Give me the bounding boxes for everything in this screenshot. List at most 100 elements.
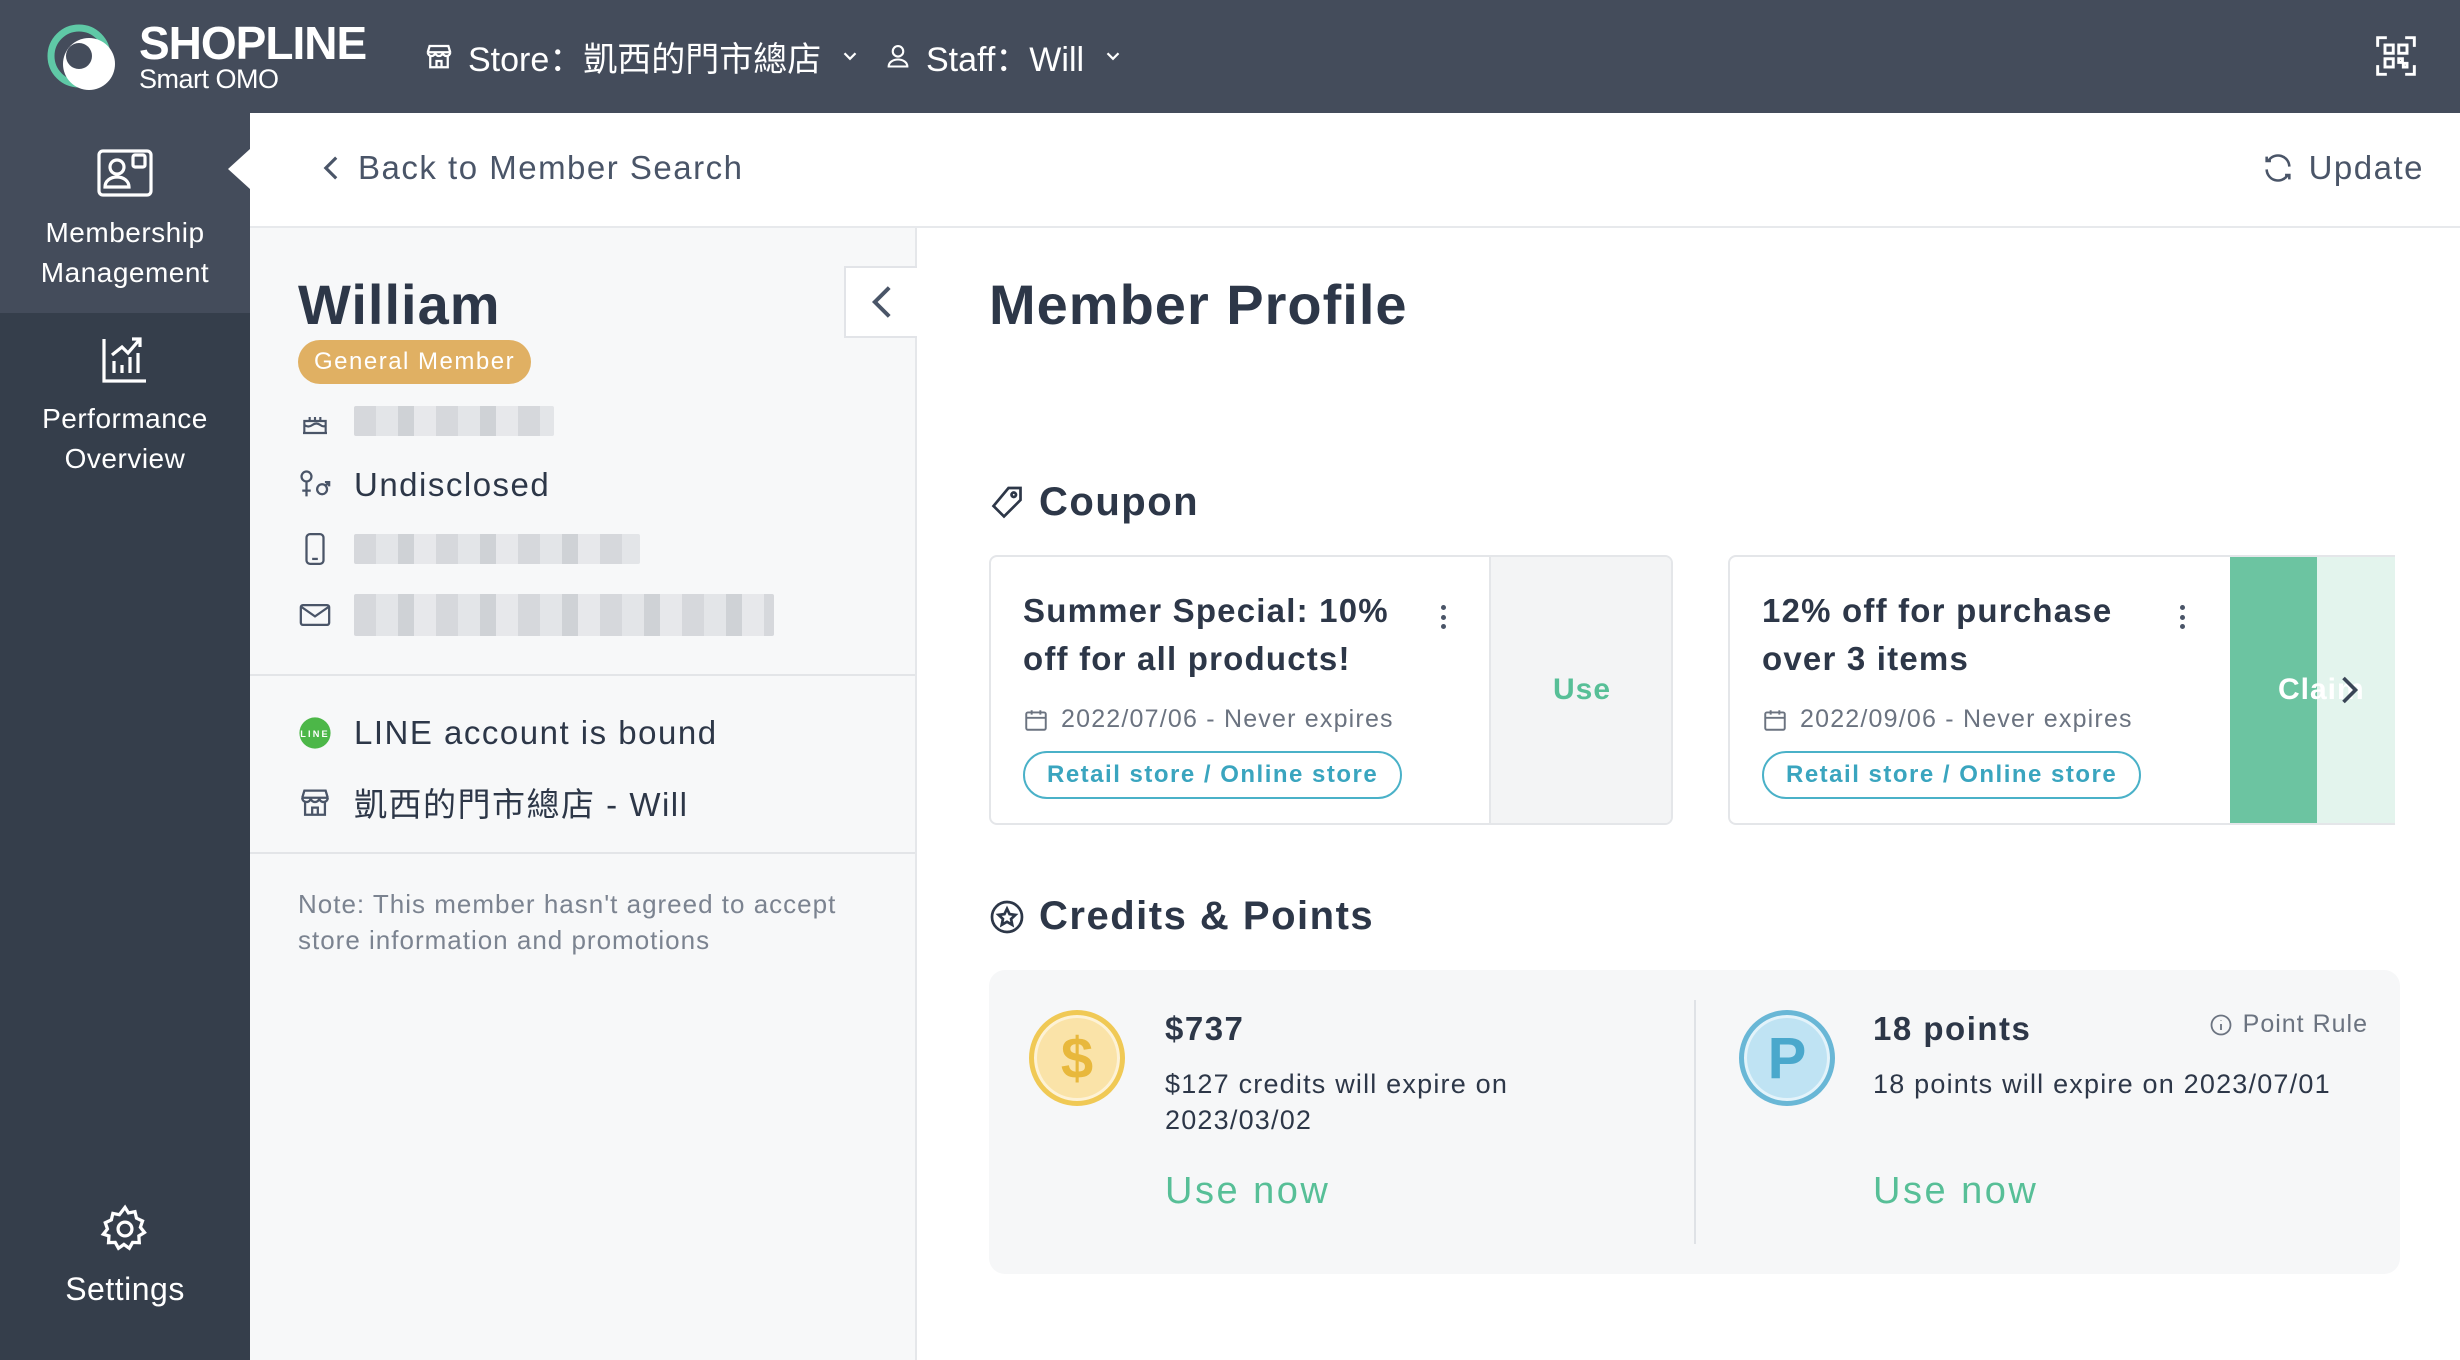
coupon-card: 12% off for purchase over 3 items 2022/0… — [1728, 555, 2395, 825]
phone-row — [298, 532, 640, 566]
svg-text:LINE: LINE — [300, 729, 329, 739]
line-status: LINE account is bound — [354, 714, 718, 751]
sidebar-item-label: Settings — [65, 1271, 185, 1307]
coupon-date-text: 2022/07/06 - Never expires — [1061, 705, 1394, 733]
sidebar: Membership Management Performance Overvi… — [0, 113, 250, 1360]
credit-coin-icon: $ — [1029, 1010, 1125, 1106]
update-label: Update — [2308, 149, 2424, 186]
panel-divider — [250, 852, 915, 854]
line-app-icon: LINE — [299, 717, 331, 749]
sidebar-item-label: Membership Management — [40, 217, 210, 288]
logo-wordmark: SHOPLINE — [139, 17, 367, 69]
coupon-validity: 2022/07/06 - Never expires — [1023, 705, 1394, 734]
top-bar: SHOPLINE Smart OMO Store：凱西的門市總店 Staff：W… — [0, 0, 2460, 113]
points-amount: 18 points — [1873, 1010, 2032, 1047]
store-selector[interactable]: Store：凱西的門市總店 — [424, 32, 861, 80]
points-divider — [1694, 1000, 1696, 1244]
line-binding-row: LINE LINE account is bound — [298, 714, 718, 752]
page-title: Member Profile — [989, 273, 1408, 336]
scan-qr-button[interactable] — [2374, 34, 2418, 78]
qr-scan-icon — [2376, 36, 2416, 76]
coupon-more-menu[interactable] — [1431, 599, 1455, 635]
member-tier-badge: General Member — [298, 340, 532, 384]
chevron-down-icon — [843, 52, 857, 61]
tag-icon — [991, 486, 1022, 518]
coupon-channel-tag: Retail store / Online store — [1023, 751, 1403, 799]
logo-mark-icon — [47, 24, 115, 90]
coupon-carousel-next-button[interactable] — [2330, 672, 2366, 708]
birthday-cake-icon — [303, 417, 327, 435]
back-to-member-search-link[interactable]: Back to Member Search — [320, 149, 743, 187]
star-badge-icon — [990, 900, 1024, 933]
store-icon — [301, 789, 329, 816]
staff-label: Staff：Will — [926, 40, 1085, 79]
more-dots-icon — [1440, 605, 1446, 610]
active-indicator — [228, 149, 250, 189]
store-label: Store：凱西的門市總店 — [468, 40, 822, 79]
coupon-section-title: Coupon — [989, 480, 1199, 525]
point-rule-label: Point Rule — [2242, 1010, 2368, 1038]
calendar-icon — [1025, 709, 1047, 731]
gear-icon — [100, 1204, 147, 1251]
more-dots-icon — [2179, 605, 2185, 610]
staff-selector[interactable]: Staff：Will — [884, 32, 1124, 80]
chart-icon — [102, 337, 146, 383]
coupon-card: Summer Special: 10% off for all products… — [989, 555, 1673, 825]
use-coupon-button[interactable]: Use — [1489, 557, 1671, 823]
coupon-date-text: 2022/09/06 - Never expires — [1800, 705, 2133, 733]
sidebar-item-membership[interactable]: Membership Management — [0, 113, 250, 313]
logo-subtitle: Smart OMO — [139, 64, 279, 94]
store-staff-value: 凱西的門市總店 - Will — [354, 786, 689, 823]
points-expire-note: 18 points will expire on 2023/07/01 — [1873, 1069, 2331, 1099]
member-card-icon — [97, 149, 153, 197]
credits-title-text: Credits & Points — [1039, 894, 1375, 938]
chevron-right-icon — [2342, 676, 2359, 704]
phone-icon — [305, 532, 325, 566]
use-credits-button[interactable]: Use now — [1165, 1170, 1330, 1213]
coupon-channel-tag: Retail store / Online store — [1762, 751, 2142, 799]
promotion-consent-note: Note: This member hasn't agreed to accep… — [298, 889, 837, 955]
email-icon — [299, 603, 331, 627]
redacted-phone — [354, 534, 640, 564]
info-icon — [2210, 1014, 2232, 1035]
use-points-button[interactable]: Use now — [1873, 1170, 2038, 1213]
coupon-name: Summer Special: 10% off for all products… — [1023, 592, 1389, 677]
calendar-icon — [1764, 709, 1786, 731]
member-name: William — [298, 273, 501, 336]
point-coin-icon: P — [1739, 1010, 1835, 1106]
point-rule-link[interactable]: Point Rule — [2209, 1010, 2368, 1039]
credits-points-card: $ $737 $127 credits will expire on 2023/… — [989, 970, 2400, 1274]
sidebar-item-settings[interactable]: Settings — [0, 1203, 250, 1333]
shopline-logo: SHOPLINE Smart OMO — [45, 14, 375, 98]
refresh-icon — [2264, 154, 2291, 182]
redacted-birthday — [354, 406, 554, 436]
gender-row: Undisclosed — [298, 466, 550, 504]
coupon-validity: 2022/09/06 - Never expires — [1762, 705, 2133, 734]
coupon-body: 12% off for purchase over 3 items 2022/0… — [1730, 557, 2228, 823]
store-staff-row: 凱西的門市總店 - Will — [298, 778, 688, 826]
sidebar-item-performance[interactable]: Performance Overview — [0, 333, 250, 513]
coupon-name: 12% off for purchase over 3 items — [1762, 592, 2113, 677]
redacted-email — [354, 594, 774, 636]
chevron-left-icon — [871, 286, 891, 318]
credits-section-title: Credits & Points — [989, 894, 1374, 939]
gender-icon — [300, 470, 331, 497]
credit-amount: $737 — [1165, 1010, 1245, 1047]
member-info-panel: William General Member Undisclosed LINE … — [250, 228, 917, 1360]
coupon-body: Summer Special: 10% off for all products… — [991, 557, 1489, 823]
coupon-title-text: Coupon — [1039, 480, 1200, 524]
collapse-panel-button[interactable] — [844, 266, 917, 338]
panel-divider — [250, 674, 915, 676]
back-label: Back to Member Search — [358, 149, 744, 186]
email-row — [298, 594, 774, 636]
chevron-left-icon — [323, 156, 338, 180]
gender-value: Undisclosed — [354, 466, 551, 503]
sub-header: Back to Member Search Update — [250, 113, 2460, 228]
coupon-more-menu[interactable] — [2170, 599, 2194, 635]
birthday-row — [298, 404, 554, 438]
store-icon — [426, 44, 452, 69]
sidebar-item-label: Performance Overview — [42, 403, 208, 474]
credit-expire-note: $127 credits will expire on 2023/03/02 — [1165, 1069, 1509, 1135]
member-profile-main: Member Profile Coupon Summer Special: 10… — [917, 228, 2460, 1360]
update-button[interactable]: Update — [2261, 149, 2424, 187]
